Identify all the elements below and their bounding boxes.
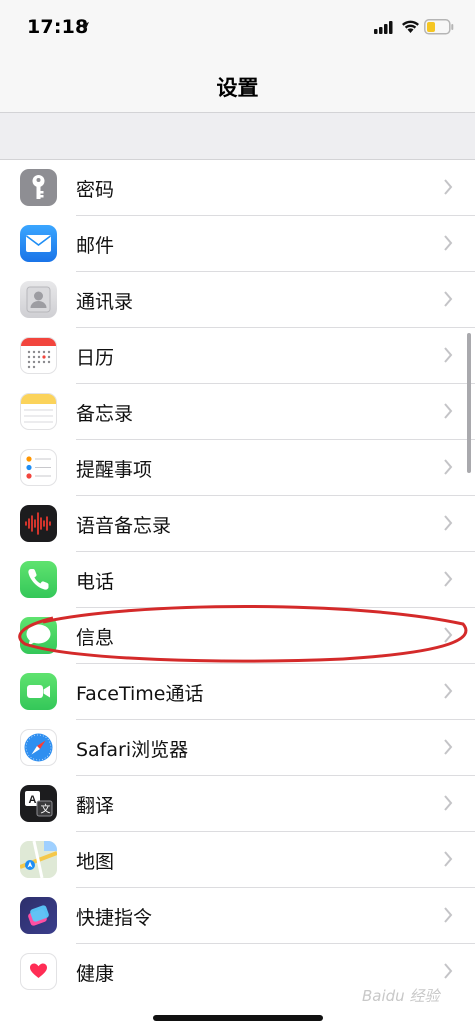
settings-row-shortcuts[interactable]: 快捷指令 xyxy=(0,888,475,944)
settings-row-reminders[interactable]: 提醒事项 xyxy=(0,440,475,496)
chevron-right-icon xyxy=(444,179,453,195)
chevron-right-icon xyxy=(444,459,453,475)
chevron-right-icon xyxy=(444,571,453,587)
watermark: Baidu 经验 xyxy=(362,987,440,1005)
chevron-right-icon xyxy=(444,963,453,979)
translate-icon: A 文 xyxy=(20,785,57,822)
settings-list: 密码 邮件 通讯录 日历 备忘录 提醒事项 语音备忘录 电话 信息 FaceTi… xyxy=(0,159,475,998)
settings-row-mail[interactable]: 邮件 xyxy=(0,216,475,272)
home-indicator[interactable] xyxy=(153,1015,323,1021)
chevron-right-icon xyxy=(444,291,453,307)
location-arrow-icon xyxy=(79,22,89,32)
phone-icon xyxy=(20,561,57,598)
key-icon xyxy=(20,169,57,206)
row-label: Safari浏览器 xyxy=(76,739,189,761)
chevron-right-icon xyxy=(444,907,453,923)
safari-icon xyxy=(20,729,57,766)
reminders-icon xyxy=(20,449,57,486)
chevron-right-icon xyxy=(444,739,453,755)
settings-row-contacts[interactable]: 通讯录 xyxy=(0,272,475,328)
shortcuts-icon xyxy=(20,897,57,934)
navigation-bar: 设置 xyxy=(0,56,475,113)
notes-icon xyxy=(20,393,57,430)
chevron-right-icon xyxy=(444,347,453,363)
row-label: 语音备忘录 xyxy=(76,515,172,537)
chevron-right-icon xyxy=(444,235,453,251)
row-label: 翻译 xyxy=(76,795,115,817)
row-label: 提醒事项 xyxy=(76,459,153,481)
row-label: 健康 xyxy=(76,963,115,985)
settings-row-maps[interactable]: 地图 xyxy=(0,832,475,888)
settings-row-messages[interactable]: 信息 xyxy=(0,608,475,664)
chevron-right-icon xyxy=(444,851,453,867)
settings-row-passwords[interactable]: 密码 xyxy=(0,160,475,216)
chevron-right-icon xyxy=(444,627,453,643)
chevron-right-icon xyxy=(444,683,453,699)
chevron-right-icon xyxy=(444,515,453,531)
voice-memos-icon xyxy=(20,505,57,542)
chevron-right-icon xyxy=(444,403,453,419)
battery-icon xyxy=(424,19,454,35)
row-label: 地图 xyxy=(76,851,115,873)
group-spacer xyxy=(0,113,475,159)
row-label: 快捷指令 xyxy=(76,907,153,929)
settings-row-phone[interactable]: 电话 xyxy=(0,552,475,608)
svg-text:A: A xyxy=(29,794,37,806)
wifi-icon xyxy=(402,20,419,33)
messages-icon xyxy=(20,617,57,654)
row-label: 信息 xyxy=(76,627,115,649)
chevron-right-icon xyxy=(444,795,453,811)
settings-row-voice-memos[interactable]: 语音备忘录 xyxy=(0,496,475,552)
maps-icon xyxy=(20,841,57,878)
settings-row-facetime[interactable]: FaceTime通话 xyxy=(0,664,475,720)
row-label: 邮件 xyxy=(76,235,115,257)
page-title: 设置 xyxy=(216,76,259,100)
scroll-indicator[interactable] xyxy=(467,333,471,473)
settings-row-translate[interactable]: A 文 翻译 xyxy=(0,776,475,832)
health-icon xyxy=(20,953,57,990)
status-bar: 17:18 xyxy=(0,0,475,56)
row-label: 密码 xyxy=(76,179,115,201)
settings-row-safari[interactable]: Safari浏览器 xyxy=(0,720,475,776)
row-label: 备忘录 xyxy=(76,403,134,425)
facetime-icon xyxy=(20,673,57,710)
contacts-icon xyxy=(20,281,57,318)
row-label: 通讯录 xyxy=(76,291,134,313)
settings-row-notes[interactable]: 备忘录 xyxy=(0,384,475,440)
row-label: 电话 xyxy=(76,571,115,593)
mail-icon xyxy=(20,225,57,262)
row-label: 日历 xyxy=(76,347,115,369)
settings-row-calendar[interactable]: 日历 xyxy=(0,328,475,384)
row-label: FaceTime通话 xyxy=(76,683,204,705)
cellular-signal-icon xyxy=(374,21,393,34)
calendar-icon xyxy=(20,337,57,374)
svg-text:文: 文 xyxy=(41,803,51,816)
